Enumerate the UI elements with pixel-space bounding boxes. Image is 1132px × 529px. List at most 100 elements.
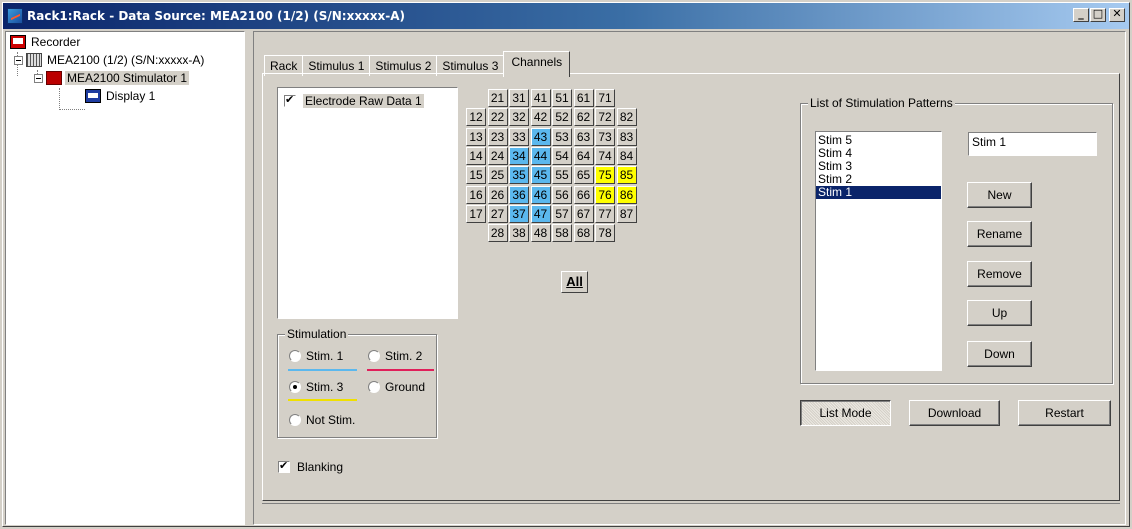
stim2-option[interactable]: Stim. 2	[368, 349, 422, 363]
minimize-button[interactable]: _	[1073, 7, 1089, 22]
electrode-78[interactable]: 78	[595, 224, 615, 243]
electrode-51[interactable]: 51	[552, 89, 572, 107]
stream-checkbox[interactable]	[284, 93, 296, 107]
electrode-63[interactable]: 63	[573, 127, 594, 146]
electrode-14[interactable]: 14	[466, 146, 486, 165]
electrode-25[interactable]: 25	[487, 166, 508, 185]
electrode-41[interactable]: 41	[530, 89, 551, 107]
electrode-65[interactable]: 65	[573, 166, 594, 185]
electrode-44[interactable]: 44	[530, 146, 551, 165]
electrode-24[interactable]: 24	[487, 146, 508, 165]
electrode-67[interactable]: 67	[573, 204, 594, 223]
electrode-45[interactable]: 45	[530, 166, 551, 185]
electrode-37[interactable]: 37	[509, 204, 529, 223]
stim2-radio[interactable]	[368, 350, 380, 362]
tree-item-stimulator[interactable]: MEA2100 Stimulator 1	[34, 70, 190, 86]
electrode-55[interactable]: 55	[552, 166, 572, 185]
electrode-75[interactable]: 75	[595, 166, 615, 185]
electrode-38[interactable]: 38	[509, 224, 529, 243]
electrode-64[interactable]: 64	[573, 146, 594, 165]
stim3-option[interactable]: Stim. 3	[289, 380, 343, 394]
list-item[interactable]: Electrode Raw Data 1	[284, 93, 424, 108]
electrode-57[interactable]: 57	[552, 204, 572, 223]
stimulator-icon	[46, 71, 62, 85]
electrode-74[interactable]: 74	[595, 146, 615, 165]
title-bar[interactable]: Rack1:Rack - Data Source: MEA2100 (1/2) …	[3, 3, 1129, 29]
electrode-66[interactable]: 66	[573, 185, 594, 204]
electrode-83[interactable]: 83	[616, 127, 637, 146]
electrode-68[interactable]: 68	[573, 224, 594, 243]
collapse-toggle-icon[interactable]	[14, 55, 23, 65]
patterns-list[interactable]: Stim 5 Stim 4 Stim 3 Stim 2 Stim 1	[815, 131, 942, 371]
electrode-82[interactable]: 82	[616, 108, 637, 127]
electrode-16[interactable]: 16	[466, 185, 486, 204]
remove-button[interactable]: Remove	[967, 261, 1032, 287]
electrode-15[interactable]: 15	[466, 166, 486, 185]
stim3-radio[interactable]	[289, 381, 301, 393]
not-stim-radio[interactable]	[289, 414, 301, 426]
restart-button[interactable]: Restart	[1018, 400, 1111, 426]
blanking-option[interactable]: Blanking	[278, 459, 343, 474]
pattern-name-input[interactable]: Stim 1	[968, 132, 1097, 156]
electrode-36[interactable]: 36	[509, 185, 529, 204]
electrode-34[interactable]: 34	[509, 146, 529, 165]
electrode-42[interactable]: 42	[530, 108, 551, 127]
tab-channels[interactable]: Channels	[503, 51, 571, 77]
electrode-62[interactable]: 62	[573, 108, 594, 127]
download-button[interactable]: Download	[909, 400, 1000, 426]
stim1-radio[interactable]	[289, 350, 301, 362]
electrode-72[interactable]: 72	[595, 108, 615, 127]
electrode-77[interactable]: 77	[595, 204, 615, 223]
electrode-13[interactable]: 13	[466, 127, 486, 146]
electrode-84[interactable]: 84	[616, 146, 637, 165]
maximize-button[interactable]: □	[1090, 7, 1106, 22]
electrode-56[interactable]: 56	[552, 185, 572, 204]
electrode-27[interactable]: 27	[487, 204, 508, 223]
electrode-32[interactable]: 32	[509, 108, 529, 127]
electrode-73[interactable]: 73	[595, 127, 615, 146]
tree-item-display[interactable]: Display 1	[85, 88, 157, 104]
electrode-87[interactable]: 87	[616, 204, 637, 223]
electrode-58[interactable]: 58	[552, 224, 572, 243]
electrode-35[interactable]: 35	[509, 166, 529, 185]
electrode-33[interactable]: 33	[509, 127, 529, 146]
tree-item-mea2100[interactable]: MEA2100 (1/2) (S/N:xxxxx-A)	[14, 52, 206, 68]
electrode-23[interactable]: 23	[487, 127, 508, 146]
ground-option[interactable]: Ground	[368, 380, 425, 394]
electrode-76[interactable]: 76	[595, 185, 615, 204]
data-stream-list[interactable]: Electrode Raw Data 1	[277, 87, 458, 319]
electrode-12[interactable]: 12	[466, 108, 486, 127]
list-mode-button[interactable]: List Mode	[800, 400, 891, 426]
electrode-28[interactable]: 28	[487, 224, 508, 243]
tree-item-recorder[interactable]: Recorder	[10, 34, 82, 50]
up-button[interactable]: Up	[967, 300, 1032, 326]
electrode-86[interactable]: 86	[616, 185, 637, 204]
electrode-47[interactable]: 47	[530, 204, 551, 223]
rack-tree[interactable]: Recorder MEA2100 (1/2) (S/N:xxxxx-A) MEA…	[5, 31, 245, 525]
blanking-checkbox[interactable]	[278, 459, 290, 473]
down-button[interactable]: Down	[967, 341, 1032, 367]
electrode-22[interactable]: 22	[487, 108, 508, 127]
electrode-43[interactable]: 43	[530, 127, 551, 146]
electrode-31[interactable]: 31	[509, 89, 529, 107]
collapse-toggle-icon[interactable]	[34, 73, 43, 83]
not-stim-option[interactable]: Not Stim.	[289, 413, 355, 427]
rename-button[interactable]: Rename	[967, 221, 1032, 247]
electrode-46[interactable]: 46	[530, 185, 551, 204]
electrode-61[interactable]: 61	[573, 89, 594, 107]
pattern-item-stim-1[interactable]: Stim 1	[816, 186, 941, 199]
electrode-17[interactable]: 17	[466, 204, 486, 223]
stim1-option[interactable]: Stim. 1	[289, 349, 343, 363]
electrode-26[interactable]: 26	[487, 185, 508, 204]
select-all-button[interactable]: All	[561, 271, 588, 293]
electrode-52[interactable]: 52	[552, 108, 572, 127]
electrode-85[interactable]: 85	[616, 166, 637, 185]
electrode-53[interactable]: 53	[552, 127, 572, 146]
close-button[interactable]: ✕	[1109, 7, 1125, 22]
ground-radio[interactable]	[368, 381, 380, 393]
electrode-48[interactable]: 48	[530, 224, 551, 243]
electrode-71[interactable]: 71	[595, 89, 615, 107]
electrode-21[interactable]: 21	[487, 89, 508, 107]
new-button[interactable]: New	[967, 182, 1032, 208]
electrode-54[interactable]: 54	[552, 146, 572, 165]
